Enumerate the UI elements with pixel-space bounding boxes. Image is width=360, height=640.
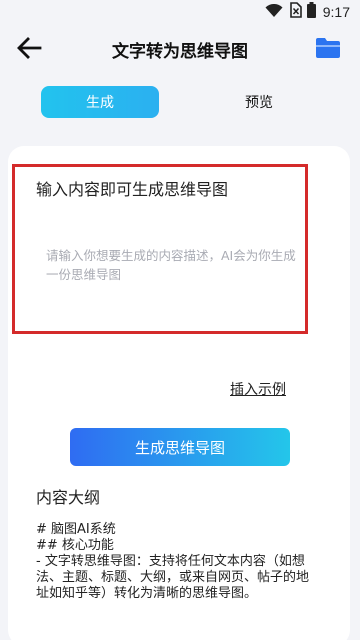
input-placeholder[interactable]: 请输入你想要生成的内容描述，AI会为你生成一份思维导图 — [46, 246, 308, 284]
arrow-left-icon — [16, 37, 42, 63]
status-icons: 9:17 — [265, 2, 350, 22]
outline-line: # 脑图AI系统 — [36, 522, 116, 537]
outline-line: ## 核心功能 — [36, 538, 114, 553]
folder-button[interactable] — [314, 37, 342, 63]
battery-icon — [306, 2, 316, 22]
sim-no-signal-icon — [288, 2, 302, 22]
app-bar: 文字转为思维导图 — [0, 24, 360, 76]
outline-content: # 脑图AI系统 ## 核心功能 - 文字转思维导图：支持将任何文本内容（如想法… — [36, 522, 318, 602]
outline-title: 内容大纲 — [36, 488, 101, 507]
status-time: 9:17 — [322, 4, 350, 20]
wifi-icon — [265, 3, 283, 22]
page-title: 文字转为思维导图 — [112, 42, 248, 62]
status-bar: 9:17 — [0, 0, 360, 24]
tab-preview[interactable]: 预览 — [200, 86, 318, 118]
insert-example-link[interactable]: 插入示例 — [230, 379, 286, 399]
tab-generate[interactable]: 生成 — [41, 86, 159, 118]
generate-mindmap-button[interactable]: 生成思维导图 — [70, 428, 290, 466]
folder-icon — [315, 37, 341, 63]
outline-line: - 文字转思维导图：支持将任何文本内容（如想法、主题、标题、大纲，或来自网页、帖… — [36, 554, 310, 601]
input-title: 输入内容即可生成思维导图 — [36, 180, 229, 199]
tab-bar: 生成 预览 — [0, 84, 360, 120]
back-button[interactable] — [14, 36, 44, 64]
